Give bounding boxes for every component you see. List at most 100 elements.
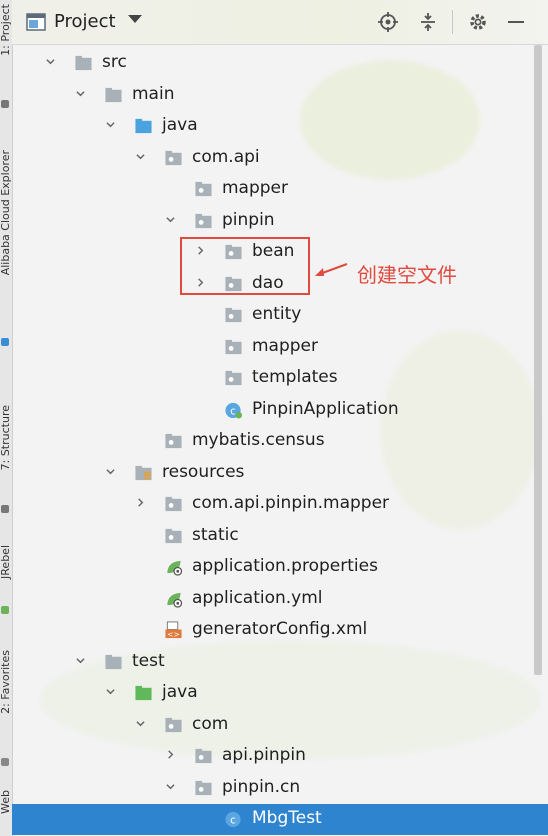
spring-config-icon [167, 560, 183, 576]
tree-row[interactable]: c PinpinApplication [12, 395, 548, 426]
project-panel-header: Project [12, 0, 548, 45]
tree-row-label: pinpin.cn [222, 776, 301, 797]
tree-row[interactable]: mapper [12, 332, 548, 363]
resources-folder-icon [135, 465, 152, 480]
side-tab-alibaba-cloud-explorer[interactable]: Alibaba Cloud Explorer [0, 150, 12, 275]
side-tab-favorites[interactable]: 2: Favorites [0, 650, 12, 714]
svg-text:<>: <> [167, 630, 180, 639]
package-icon [165, 528, 182, 543]
class-icon: c [225, 811, 241, 828]
svg-text:c: c [230, 814, 236, 826]
chevron-down-icon[interactable] [76, 656, 85, 665]
header-divider [452, 10, 453, 34]
chevron-down-icon[interactable] [106, 687, 115, 696]
spring-config-icon [167, 592, 183, 608]
tree-row[interactable]: java [12, 111, 548, 142]
tree-row-label: PinpinApplication [252, 398, 399, 419]
side-tab-jrebel[interactable]: JRebel [0, 545, 12, 579]
vertical-scrollbar[interactable] [534, 45, 542, 675]
tree-row-label: com.api.pinpin.mapper [192, 493, 390, 513]
xml-file-icon: <> [165, 621, 182, 639]
tree-row-label: src [102, 52, 127, 72]
tree-row[interactable]: main [12, 80, 548, 111]
tree-row[interactable]: resources [12, 458, 548, 489]
tree-row[interactable]: mybatis.census [12, 426, 548, 457]
tree-row[interactable]: com.api [12, 143, 548, 174]
tree-row-label: pinpin [222, 209, 275, 230]
tree-row[interactable]: application.yml [12, 584, 548, 615]
view-title[interactable]: Project [54, 11, 116, 32]
tree-row[interactable]: java [12, 678, 548, 709]
chevron-down-icon[interactable] [106, 467, 115, 476]
tree-row[interactable]: pinpin [12, 206, 548, 237]
tree-row[interactable]: templates [12, 363, 548, 394]
tree-row[interactable]: <> generatorConfig.xml [12, 615, 548, 646]
tree-row-label: generatorConfig.xml [192, 619, 368, 639]
tree-row[interactable]: src [12, 48, 548, 79]
tree-row-label: mybatis.census [192, 430, 325, 450]
package-icon [195, 181, 212, 197]
source-folder-icon [135, 118, 152, 134]
annotation-arrow-icon [315, 263, 348, 276]
tree-row-label: test [132, 650, 165, 671]
side-tool-marker [1, 100, 9, 108]
tree-row-label: templates [252, 367, 338, 387]
collapse-all-icon[interactable] [418, 12, 438, 32]
folder-icon [75, 55, 92, 71]
chevron-right-icon[interactable] [136, 498, 145, 507]
tree-row-label: api.pinpin [222, 745, 306, 765]
package-icon [195, 780, 212, 795]
package-icon [225, 370, 242, 386]
package-icon [195, 748, 212, 764]
chevron-down-icon[interactable] [76, 89, 85, 98]
view-dropdown-icon[interactable] [128, 15, 142, 23]
tree-row-label: mapper [252, 335, 319, 356]
package-icon [165, 150, 182, 165]
tree-row-label: MbgTest [252, 808, 322, 828]
side-tab-project[interactable]: 1: Project [0, 4, 12, 56]
tree-row[interactable]: entity [12, 300, 548, 331]
project-window-icon [26, 13, 46, 31]
tree-row[interactable]: com.api.pinpin.mapper [12, 489, 548, 520]
folder-icon [105, 87, 122, 102]
chevron-down-icon[interactable] [136, 719, 145, 728]
chevron-down-icon[interactable] [166, 215, 175, 224]
tree-row[interactable]: api.pinpin [12, 741, 548, 772]
package-icon [165, 717, 182, 732]
side-tool-marker [1, 758, 9, 766]
package-icon [225, 307, 242, 323]
tree-row-label: java [162, 115, 198, 135]
side-tab-structure[interactable]: 7: Structure [0, 405, 12, 470]
tree-row[interactable]: com [12, 710, 548, 741]
tree-row-label: entity [252, 304, 302, 324]
chevron-down-icon[interactable] [136, 152, 145, 161]
chevron-down-icon[interactable] [46, 57, 55, 66]
gear-icon[interactable] [468, 12, 488, 32]
tree-row-label: mapper [222, 178, 289, 198]
minimize-icon[interactable] [506, 12, 526, 32]
package-icon [165, 433, 182, 449]
tree-row-label: com.api [192, 146, 260, 167]
test-source-folder-icon [135, 685, 152, 701]
tree-row[interactable]: mapper [12, 174, 548, 205]
side-tab-web[interactable]: Web [0, 790, 12, 814]
package-icon [195, 213, 212, 228]
chevron-down-icon[interactable] [106, 120, 115, 129]
tree-row[interactable]: application.properties [12, 552, 548, 583]
tree-row[interactable]: test [12, 647, 548, 678]
tree-row[interactable]: pinpin.cn [12, 773, 548, 804]
side-tool-marker [1, 338, 9, 346]
folder-icon [105, 654, 122, 669]
tree-row-label: application.yml [192, 587, 323, 608]
annotation-text: 创建空文件 [357, 263, 457, 287]
project-tree[interactable]: src main java com.api mapper pinpin bean dao ent… [12, 44, 548, 836]
chevron-down-icon[interactable] [166, 782, 175, 791]
tree-row-label: resources [162, 461, 245, 482]
annotation-box [180, 237, 310, 295]
tree-row-label: com [192, 713, 229, 734]
tree-row[interactable]: c MbgTest [12, 804, 548, 835]
locate-target-icon[interactable] [378, 12, 398, 32]
tree-row-label: main [132, 83, 175, 104]
chevron-right-icon[interactable] [166, 750, 175, 759]
tree-row[interactable]: static [12, 521, 548, 552]
